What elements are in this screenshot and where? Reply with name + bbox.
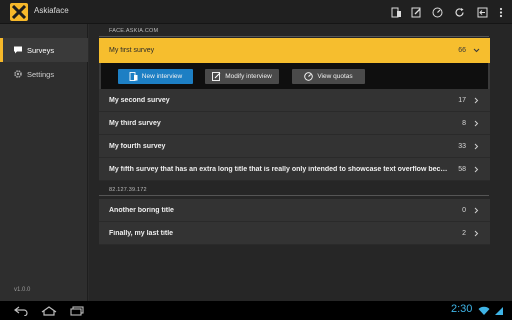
gauge-icon[interactable]: [429, 4, 445, 20]
survey-count: 2: [462, 229, 466, 237]
chevron-down-icon[interactable]: [472, 47, 480, 55]
app-title: Askiaface: [34, 6, 69, 15]
button-label: Modify interview: [225, 73, 272, 80]
survey-title: My fourth survey: [109, 142, 166, 150]
survey-title: My first survey: [109, 47, 155, 54]
edit-document-icon: [212, 72, 221, 81]
signal-icon: [494, 305, 504, 316]
gauge-icon: [304, 72, 314, 81]
recent-apps-icon[interactable]: [70, 305, 84, 316]
survey-title: My third survey: [109, 119, 161, 127]
survey-title: Finally, my last title: [109, 229, 174, 237]
modify-interview-button[interactable]: Modify interview: [205, 69, 279, 84]
back-icon[interactable]: [14, 305, 28, 316]
home-icon[interactable]: [41, 305, 57, 316]
survey-row[interactable]: My second survey 17: [99, 89, 490, 112]
sidebar-item-label: Settings: [27, 69, 55, 79]
divider: [99, 36, 489, 37]
survey-row[interactable]: My third survey 8: [99, 112, 490, 135]
sign-out-icon[interactable]: [474, 4, 490, 20]
view-quotas-button[interactable]: View quotas: [292, 69, 365, 84]
divider: [99, 195, 489, 196]
system-bar: 2:30: [0, 301, 512, 320]
survey-count: 8: [462, 119, 466, 127]
sidebar-item-label: Surveys: [27, 45, 55, 55]
mobile-device-icon[interactable]: [388, 4, 404, 20]
chevron-right-icon: [472, 96, 480, 104]
survey-row[interactable]: Another boring title 0: [99, 199, 490, 222]
action-bar: Askiaface: [0, 0, 512, 24]
survey-count: 0: [462, 206, 466, 214]
sidebar-item-surveys[interactable]: Surveys: [0, 38, 88, 62]
survey-count: 66: [458, 47, 466, 54]
new-interview-button[interactable]: New interview: [118, 69, 193, 84]
chevron-right-icon: [472, 229, 480, 237]
overflow-menu-icon[interactable]: [493, 4, 509, 20]
survey-row[interactable]: My fifth survey that has an extra long t…: [99, 158, 490, 181]
survey-count: 33: [458, 142, 466, 150]
refresh-icon[interactable]: [451, 4, 467, 20]
survey-title: My fifth survey that has an extra long t…: [109, 165, 451, 173]
survey-actions: New interview Modify interview View quot…: [99, 63, 490, 89]
chat-bubble-icon: [12, 45, 23, 56]
survey-row[interactable]: My fourth survey 33: [99, 135, 490, 158]
sidebar-item-settings[interactable]: Settings: [0, 62, 88, 86]
survey-count: 58: [458, 165, 466, 173]
survey-title: My second survey: [109, 96, 170, 104]
chevron-right-icon: [472, 206, 480, 214]
survey-count: 17: [458, 96, 466, 104]
edit-document-icon[interactable]: [408, 4, 424, 20]
survey-row-selected[interactable]: My first survey 66: [99, 38, 490, 63]
gear-icon: [12, 69, 23, 80]
survey-row[interactable]: Finally, my last title 2: [99, 222, 490, 245]
mobile-device-icon: [129, 72, 138, 81]
survey-title: Another boring title: [109, 206, 174, 214]
chevron-right-icon: [472, 119, 480, 127]
survey-list: FACE.ASKIA.COM My first survey 66 New in…: [89, 24, 512, 301]
sidebar: Surveys Settings v1.0.0: [0, 24, 88, 301]
clock: 2:30: [451, 303, 473, 315]
version-label: v1.0.0: [14, 287, 31, 293]
wifi-icon: [478, 305, 490, 316]
button-label: View quotas: [317, 73, 353, 80]
chevron-right-icon: [472, 142, 480, 150]
button-label: New interview: [141, 73, 183, 80]
askia-logo-icon[interactable]: [10, 3, 28, 21]
chevron-right-icon: [472, 165, 480, 173]
